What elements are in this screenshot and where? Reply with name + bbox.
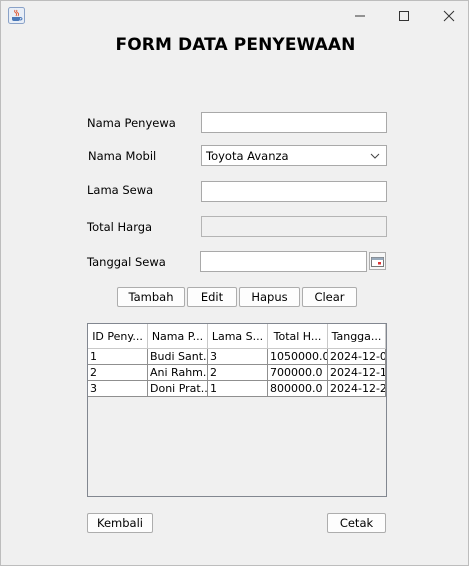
lama-sewa-input[interactable] <box>201 181 387 202</box>
hapus-button[interactable]: Hapus <box>239 287 300 307</box>
table-cell: 800000.0 <box>268 381 328 397</box>
table-cell: Budi Sant... <box>148 349 208 365</box>
table-row[interactable]: 3 Doni Prat... 1 800000.0 2024-12-26 <box>88 381 386 397</box>
table-cell: 2024-12-07 <box>328 349 386 365</box>
total-harga-label: Total Harga <box>87 220 153 234</box>
title-bar <box>1 1 468 31</box>
minimize-icon <box>355 15 365 17</box>
calendar-icon <box>371 256 384 267</box>
table-cell: 2024-12-26 <box>328 381 386 397</box>
column-header-tanggal[interactable]: Tangga... <box>328 324 386 349</box>
table-body: 1 Budi Sant... 3 1050000.0 2024-12-07 2 … <box>88 349 386 397</box>
table-row[interactable]: 1 Budi Sant... 3 1050000.0 2024-12-07 <box>88 349 386 365</box>
table-cell: 1 <box>208 381 268 397</box>
column-header-nama[interactable]: Nama P... <box>148 324 208 349</box>
column-header-lama[interactable]: Lama S... <box>208 324 268 349</box>
minimize-button[interactable] <box>337 1 383 31</box>
maximize-icon <box>399 11 409 21</box>
nama-mobil-selected-value: Toyota Avanza <box>206 149 289 163</box>
app-window: FORM DATA PENYEWAAN Nama Penyewa Nama Mo… <box>0 0 469 566</box>
edit-button[interactable]: Edit <box>187 287 237 307</box>
tambah-button[interactable]: Tambah <box>117 287 185 307</box>
close-icon <box>443 10 455 22</box>
rental-table[interactable]: ID Peny... Nama P... Lama S... Total H..… <box>87 323 387 497</box>
table-row[interactable]: 2 Ani Rahm... 2 700000.0 2024-12-14 <box>88 365 386 381</box>
nama-mobil-label: Nama Mobil <box>88 149 157 163</box>
table-cell: 1 <box>88 349 148 365</box>
maximize-button[interactable] <box>381 1 427 31</box>
total-harga-field <box>201 216 387 237</box>
nama-penyewa-input[interactable] <box>201 112 387 133</box>
page-title: FORM DATA PENYEWAAN <box>115 35 356 55</box>
table-cell: 2 <box>208 365 268 381</box>
table-cell: 3 <box>88 381 148 397</box>
chevron-down-icon <box>370 153 380 159</box>
table-cell: 2 <box>88 365 148 381</box>
table-cell: 3 <box>208 349 268 365</box>
kembali-button[interactable]: Kembali <box>87 513 153 533</box>
nama-penyewa-label: Nama Penyewa <box>87 116 176 130</box>
column-header-id[interactable]: ID Peny... <box>88 324 148 349</box>
cetak-button[interactable]: Cetak <box>327 513 386 533</box>
nama-mobil-select[interactable]: Toyota Avanza <box>201 145 387 166</box>
tanggal-sewa-input[interactable] <box>200 251 367 272</box>
column-header-total[interactable]: Total H... <box>268 324 328 349</box>
table-cell: 700000.0 <box>268 365 328 381</box>
java-cup-icon[interactable] <box>8 7 25 24</box>
table-cell: 2024-12-14 <box>328 365 386 381</box>
table-cell: 1050000.0 <box>268 349 328 365</box>
table-cell: Doni Prat... <box>148 381 208 397</box>
date-picker-button[interactable] <box>369 252 386 270</box>
table-header: ID Peny... Nama P... Lama S... Total H..… <box>88 324 386 349</box>
tanggal-sewa-label: Tanggal Sewa <box>87 255 166 269</box>
close-button[interactable] <box>426 1 469 31</box>
lama-sewa-label: Lama Sewa <box>87 183 154 197</box>
table-cell: Ani Rahm... <box>148 365 208 381</box>
clear-button[interactable]: Clear <box>302 287 357 307</box>
